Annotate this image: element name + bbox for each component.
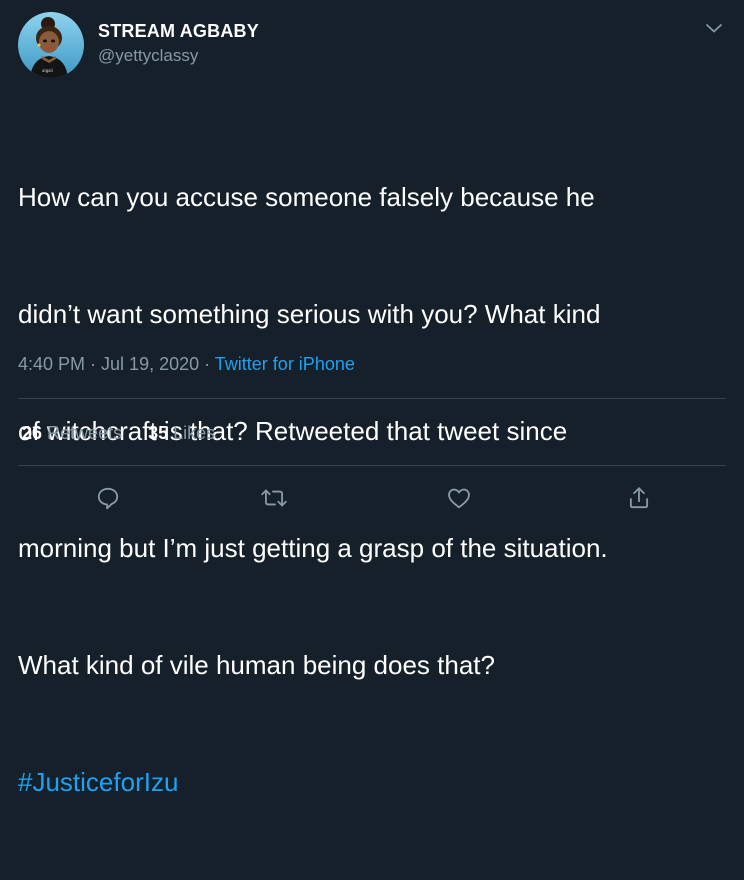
tweet-text-line: morning but I’m just getting a grasp of …: [18, 533, 608, 563]
tweet-meta: 4:40 PM · Jul 19, 2020 · Twitter for iPh…: [18, 352, 355, 376]
share-button[interactable]: [621, 480, 657, 516]
reply-button[interactable]: [90, 480, 126, 516]
tweet-stats: 26 Retweets 35 Likes: [22, 421, 241, 445]
reply-icon: [97, 487, 119, 510]
divider: [18, 398, 726, 399]
meta-separator: ·: [199, 354, 215, 374]
heart-icon: [448, 488, 470, 509]
retweets-count: 26: [22, 423, 43, 443]
tweet-date[interactable]: Jul 19, 2020: [101, 354, 199, 374]
tweet-text-line: What kind of vile human being does that?: [18, 650, 495, 680]
likes-count: 35: [148, 423, 169, 443]
tweet-actions: [0, 480, 744, 516]
likes-label: Likes: [173, 423, 216, 443]
retweets-stat[interactable]: 26 Retweets: [22, 421, 122, 445]
meta-separator: ·: [85, 354, 102, 374]
tweet-text-line: didn’t want something serious with you? …: [18, 299, 601, 329]
divider: [18, 465, 726, 466]
retweets-label: Retweets: [47, 423, 123, 443]
author-names: STREAM AGBABY @yettyclassy: [98, 20, 259, 67]
svg-text:aigali: aigali: [42, 68, 53, 73]
chevron-down-icon[interactable]: [702, 16, 726, 40]
retweet-button[interactable]: [256, 480, 292, 516]
author-display-name[interactable]: STREAM AGBABY: [98, 20, 259, 42]
avatar[interactable]: aigali: [18, 12, 84, 78]
likes-stat[interactable]: 35 Likes: [148, 421, 215, 445]
like-button[interactable]: [441, 480, 477, 516]
tweet-header: aigali STREAM AGBABY @yettyclassy: [18, 12, 259, 78]
tweet-source-link[interactable]: Twitter for iPhone: [215, 354, 355, 374]
avatar-image: aigali: [18, 12, 84, 78]
hashtag-link[interactable]: #JusticeforIzu: [18, 763, 730, 802]
tweet-card: aigali STREAM AGBABY @yettyclassy How ca…: [0, 0, 744, 797]
share-icon: [629, 487, 649, 509]
author-handle[interactable]: @yettyclassy: [98, 45, 259, 67]
retweet-icon: [261, 489, 287, 507]
tweet-time[interactable]: 4:40 PM: [18, 354, 85, 374]
tweet-text-line: How can you accuse someone falsely becau…: [18, 182, 595, 212]
